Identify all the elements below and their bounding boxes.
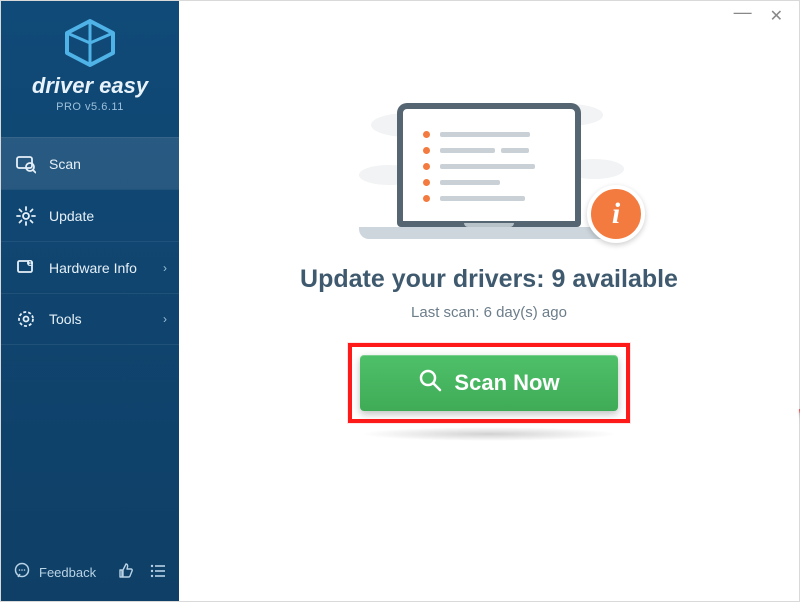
annotation-arrow-icon [795, 407, 800, 482]
chevron-right-icon: › [163, 312, 167, 326]
sidebar: driver easy PRO v5.6.11 Scan Update 1 [1, 1, 179, 601]
brand-logo-icon [1, 19, 179, 67]
scan-button-label: Scan Now [454, 370, 559, 396]
scan-icon [15, 153, 37, 175]
laptop-illustration: i [339, 79, 639, 239]
available-count: 9 [551, 265, 565, 293]
feedback-label: Feedback [39, 565, 96, 580]
svg-text:1: 1 [29, 261, 32, 267]
tools-icon [15, 308, 37, 330]
sidebar-item-hardware-info[interactable]: 1 Hardware Info › [1, 241, 179, 293]
brand-name: driver easy [1, 73, 179, 99]
sidebar-item-update[interactable]: Update [1, 189, 179, 241]
feedback-button[interactable]: Feedback [13, 562, 96, 583]
thumbs-up-icon[interactable] [117, 562, 135, 583]
magnifier-icon [418, 368, 442, 398]
chevron-right-icon: › [163, 261, 167, 275]
sidebar-item-label: Tools [49, 311, 82, 327]
sidebar-item-label: Update [49, 208, 94, 224]
brand-logo-area: driver easy PRO v5.6.11 [1, 1, 179, 127]
sidebar-nav: Scan Update 1 Hardware Info › Tools [1, 137, 179, 345]
sidebar-item-label: Hardware Info [49, 260, 137, 276]
main-content: i Update your drivers: 9 available Last … [179, 1, 799, 601]
app-window: driver easy PRO v5.6.11 Scan Update 1 [0, 0, 800, 602]
scan-highlight-box: Scan Now [348, 343, 630, 423]
info-badge-icon: i [587, 185, 645, 243]
sidebar-item-scan[interactable]: Scan [1, 137, 179, 189]
chat-icon [13, 562, 31, 583]
button-shadow [360, 427, 618, 441]
gear-icon [15, 205, 37, 227]
hardware-icon: 1 [15, 257, 37, 279]
sidebar-item-label: Scan [49, 156, 81, 172]
last-scan-text: Last scan: 6 day(s) ago [411, 304, 567, 321]
headline: Update your drivers: 9 available [300, 265, 678, 294]
list-icon[interactable] [149, 562, 167, 583]
scan-now-button[interactable]: Scan Now [360, 355, 618, 411]
sidebar-item-tools[interactable]: Tools › [1, 293, 179, 345]
sidebar-footer: Feedback [1, 554, 179, 591]
brand-version: PRO v5.6.11 [1, 101, 179, 113]
